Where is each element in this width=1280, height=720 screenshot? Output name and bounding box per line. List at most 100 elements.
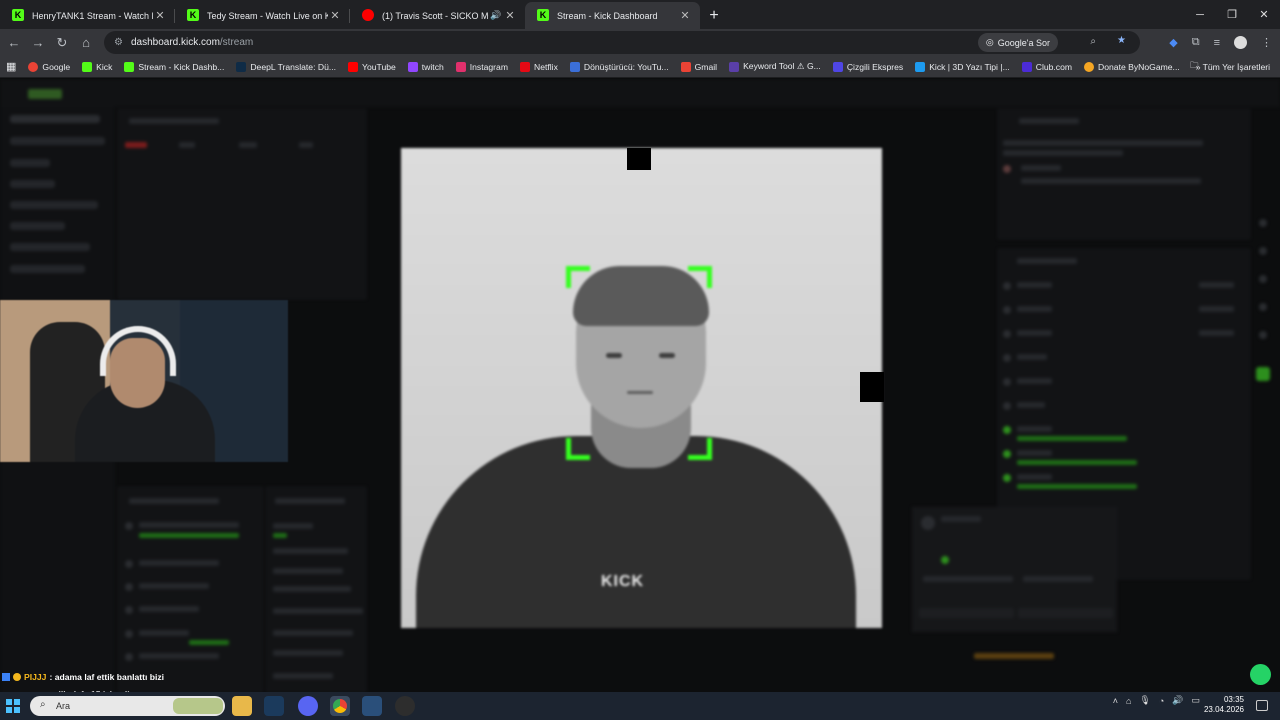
tab-title: Tedy Stream - Watch Live on Ki — [207, 10, 328, 21]
kick-logo-patch: KICK — [601, 573, 645, 590]
bookmark-kick-dashboard[interactable]: Stream - Kick Dashb... — [118, 61, 230, 72]
wifi-icon[interactable]: ◔ — [1159, 696, 1164, 706]
id-photo-overlay: KICK — [401, 148, 882, 628]
media-control-icon[interactable]: ≡ — [1214, 37, 1220, 49]
whatsapp-icon[interactable] — [1250, 664, 1271, 685]
close-icon[interactable]: ✕ — [153, 9, 167, 22]
bookmark-star-icon[interactable]: ★ — [1117, 35, 1126, 46]
apps-icon[interactable]: ▦ — [0, 60, 22, 73]
site-settings-icon[interactable]: ⚙ — [114, 37, 123, 48]
dashboard-header — [0, 79, 1280, 107]
bookmark-google[interactable]: Google — [22, 61, 76, 72]
sidebar-item[interactable] — [10, 265, 85, 273]
close-icon[interactable]: ✕ — [328, 9, 342, 22]
folder-icon: 🗀 — [1190, 59, 1199, 70]
browser-tab[interactable]: K Tedy Stream - Watch Live on Ki ✕ — [175, 2, 350, 29]
sidebar-item[interactable] — [10, 222, 65, 230]
extensions-puzzle-icon[interactable]: ⧉ — [1192, 36, 1200, 49]
browser-tab[interactable]: K HenryTANK1 Stream - Watch Li ✕ — [0, 2, 175, 29]
youtube-icon — [362, 9, 374, 21]
taskbar-clock[interactable]: 03:35 23.04.2026 — [1204, 695, 1244, 715]
reload-icon[interactable]: ↻ — [50, 35, 74, 51]
bookmarks-bar: ▦ Google Kick Stream - Kick Dashb... Dee… — [0, 56, 1280, 78]
bookmark-cizgili[interactable]: Çizgili Ekspres — [827, 61, 909, 72]
all-bookmarks-folder[interactable]: 🗀 Tüm Yer İşaretleri — [1184, 60, 1276, 74]
close-window-icon[interactable]: ✕ — [1248, 0, 1280, 29]
chevron-up-icon[interactable]: ˄ — [1113, 696, 1118, 706]
bookmark-twitch[interactable]: twitch — [402, 61, 450, 72]
badge-icon — [2, 673, 10, 681]
search-icon: ⌕ — [40, 699, 46, 710]
speaker-icon[interactable]: 🔊 — [489, 10, 503, 21]
close-icon[interactable]: ✕ — [678, 9, 692, 22]
sidebar-item[interactable] — [10, 115, 100, 123]
bookmark-converter[interactable]: Dönüştürücü: YouTu... — [564, 61, 675, 72]
discord-icon[interactable] — [298, 696, 318, 716]
bookmark-instagram[interactable]: Instagram — [450, 61, 514, 72]
tab-title: Stream - Kick Dashboard — [557, 10, 658, 21]
microphone-icon[interactable]: 🎙 — [1139, 695, 1150, 706]
tab-strip: K HenryTANK1 Stream - Watch Li ✕ K Tedy … — [0, 0, 1280, 29]
sidebar-item[interactable] — [10, 243, 90, 251]
battery-icon[interactable]: ▭ — [1191, 695, 1200, 706]
sidebar-item[interactable] — [10, 201, 98, 209]
extension-icon[interactable]: ◆ — [1169, 36, 1177, 49]
kick-icon: K — [537, 9, 549, 21]
back-icon[interactable]: ← — [2, 35, 26, 50]
close-icon[interactable]: ✕ — [503, 9, 517, 22]
sidebar-item[interactable] — [10, 180, 55, 188]
sidebar-item[interactable] — [10, 159, 50, 167]
sidebar-item[interactable] — [10, 137, 105, 145]
menu-icon[interactable]: ⋮ — [1261, 36, 1272, 49]
bookmark-kick[interactable]: Kick — [76, 61, 118, 72]
steam-icon[interactable] — [264, 696, 284, 716]
network-icon[interactable]: ⌂ — [1126, 696, 1131, 706]
headphones — [100, 326, 176, 376]
bookmark-kick-3d[interactable]: Kick | 3D Yazı Tipi |... — [909, 61, 1016, 72]
home-icon[interactable]: ⌂ — [74, 35, 98, 50]
browser-tab[interactable]: (1) Travis Scott - SICKO MO 🔊 ✕ — [350, 2, 525, 29]
notification-icon[interactable] — [1256, 700, 1268, 711]
forward-icon[interactable]: → — [26, 35, 50, 50]
chat-username: PIJJJ — [24, 672, 47, 682]
kick-logo — [28, 89, 62, 99]
kick-icon: K — [187, 9, 199, 21]
google-lens-button[interactable]: ◎ Google'a Sor — [977, 33, 1058, 52]
face-frame-corner — [566, 438, 590, 460]
browser-tab-active[interactable]: K Stream - Kick Dashboard ✕ — [525, 2, 700, 29]
obs-icon[interactable] — [395, 696, 415, 716]
stream-info-panel — [118, 109, 366, 299]
bookmark-gmail[interactable]: Gmail — [675, 61, 723, 72]
bookmark-netflix[interactable]: Netflix — [514, 61, 564, 72]
app-icon[interactable] — [362, 696, 382, 716]
minimize-icon[interactable]: ─ — [1184, 0, 1216, 29]
taskbar-search[interactable]: ⌕ Ara — [30, 696, 225, 716]
bookmark-donate[interactable]: Donate ByNoGame... — [1078, 61, 1186, 72]
chrome-icon[interactable] — [330, 696, 350, 716]
chat-text: : adama laf ettik banlattı bizi — [49, 672, 165, 682]
restore-icon[interactable]: ❐ — [1216, 0, 1248, 29]
file-explorer-icon[interactable] — [232, 696, 252, 716]
tab-title: (1) Travis Scott - SICKO MO — [382, 10, 489, 21]
stream-chat-panel — [998, 109, 1250, 239]
quick-actions-panel — [266, 487, 366, 692]
zoom-icon[interactable]: ⌕ — [1090, 36, 1096, 47]
start-button[interactable] — [6, 699, 20, 713]
bookmark-club[interactable]: Club.com — [1016, 61, 1078, 72]
kick-icon: K — [12, 9, 24, 21]
bookmark-youtube[interactable]: YouTube — [342, 61, 402, 72]
address-bar[interactable]: ⚙ dashboard.kick.com/stream ◎ Google'a So… — [104, 31, 1140, 54]
profile-avatar[interactable] — [1234, 36, 1247, 49]
chat-message: PIJJJ : adama laf ettik banlattı bizi — [2, 672, 164, 682]
volume-icon[interactable]: 🔊 — [1172, 695, 1183, 706]
toolbar-right: ◆ ⧉ ≡ ⋮ — [1169, 29, 1272, 56]
bookmark-deepl[interactable]: DeepL Translate: Dü... — [230, 61, 342, 72]
windows-taskbar: ⌕ Ara ˄ ⌂ 🎙 ◔ 🔊 ▭ 03:35 23.04.2026 — [0, 692, 1280, 720]
search-highlight-image — [173, 698, 223, 714]
window-controls: ─ ❐ ✕ — [1184, 0, 1280, 29]
url-path: /stream — [219, 37, 254, 48]
lens-icon: ◎ — [985, 37, 994, 47]
bookmark-keyword-tool[interactable]: Keyword Tool ⚠ G... — [723, 61, 827, 72]
new-tab-button[interactable]: + — [700, 2, 728, 29]
activity-feed-panel — [118, 487, 263, 692]
